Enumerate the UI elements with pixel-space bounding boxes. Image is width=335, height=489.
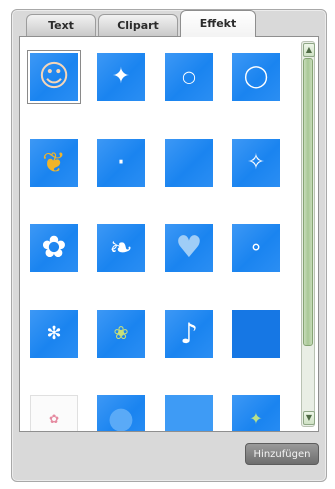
blank-icon <box>232 310 280 358</box>
effect-thumbnail[interactable] <box>165 395 213 431</box>
vertical-scrollbar[interactable]: ▲ ▼ <box>301 41 315 427</box>
effect-thumbnail[interactable]: ☺ <box>28 51 80 103</box>
flower-icon: ✿ <box>48 412 60 426</box>
butterfly-icon: ❦ <box>42 146 66 179</box>
effect-thumbnail[interactable]: ✧ <box>232 139 280 187</box>
effect-thumbnail[interactable]: ✿ <box>30 395 78 431</box>
effect-thumbnail[interactable]: ✦ <box>97 53 145 101</box>
bubbles-icon: ○ <box>182 67 196 86</box>
effect-thumbnail[interactable]: ∘ <box>232 224 280 272</box>
tab-bar: Text Clipart Effekt <box>12 10 322 37</box>
scroll-down-arrow-icon[interactable]: ▼ <box>303 411 315 425</box>
tab-effekt[interactable]: Effekt <box>180 10 256 37</box>
bird-icon: ❧ <box>109 231 133 264</box>
leaf-icon: ❀ <box>113 323 129 344</box>
dandelion-icon: ✻ <box>46 323 62 344</box>
effect-thumbnail[interactable]: ○ <box>165 53 213 101</box>
effect-thumbnail[interactable]: ❧ <box>97 224 145 272</box>
snow-icon: ∘ <box>249 235 263 260</box>
sparkle-icon: ✧ <box>246 150 266 175</box>
tab-clipart[interactable]: Clipart <box>98 14 178 36</box>
sparkle-icon: ✦ <box>111 64 131 89</box>
effect-thumbnail[interactable]: ❀ <box>97 310 145 358</box>
music-note-icon: ♪ <box>180 317 198 350</box>
effect-thumbnail[interactable] <box>232 310 280 358</box>
scrollbar-thumb[interactable] <box>303 58 313 346</box>
add-button[interactable]: Hinzufügen <box>245 443 319 465</box>
tab-text[interactable]: Text <box>26 14 96 36</box>
sparkle-icon: ✦ <box>249 409 263 428</box>
blank-icon <box>165 139 213 187</box>
effects-grid: ☺ ✦ ○ ◯ ❦ · ✧ ✿ ❧ ♥ ∘ ✻ ❀ ♪ ✿ ● ✦ ▲ ▼ <box>19 36 319 432</box>
effect-thumbnail[interactable]: ◯ <box>232 53 280 101</box>
circle-icon: ● <box>107 401 135 432</box>
heart-icon: ♥ <box>175 230 203 265</box>
effect-thumbnail[interactable]: · <box>97 139 145 187</box>
scroll-up-arrow-icon[interactable]: ▲ <box>303 43 315 57</box>
effect-thumbnail[interactable]: ✦ <box>232 395 280 431</box>
effect-thumbnail[interactable] <box>165 139 213 187</box>
flower-icon: ✿ <box>41 230 67 265</box>
sparkle-icon: · <box>116 145 126 180</box>
effect-thumbnail[interactable]: ♥ <box>165 224 213 272</box>
bubbles-icon: ◯ <box>243 64 269 89</box>
effect-thumbnail[interactable]: ● <box>97 395 145 432</box>
effect-thumbnail[interactable]: ❦ <box>30 139 78 187</box>
effect-thumbnail[interactable]: ♪ <box>165 310 213 358</box>
effect-thumbnail[interactable]: ✻ <box>30 310 78 358</box>
face-icon: ☺ <box>38 59 70 94</box>
effect-thumbnail[interactable]: ✿ <box>30 224 78 272</box>
blank-icon <box>165 395 213 431</box>
